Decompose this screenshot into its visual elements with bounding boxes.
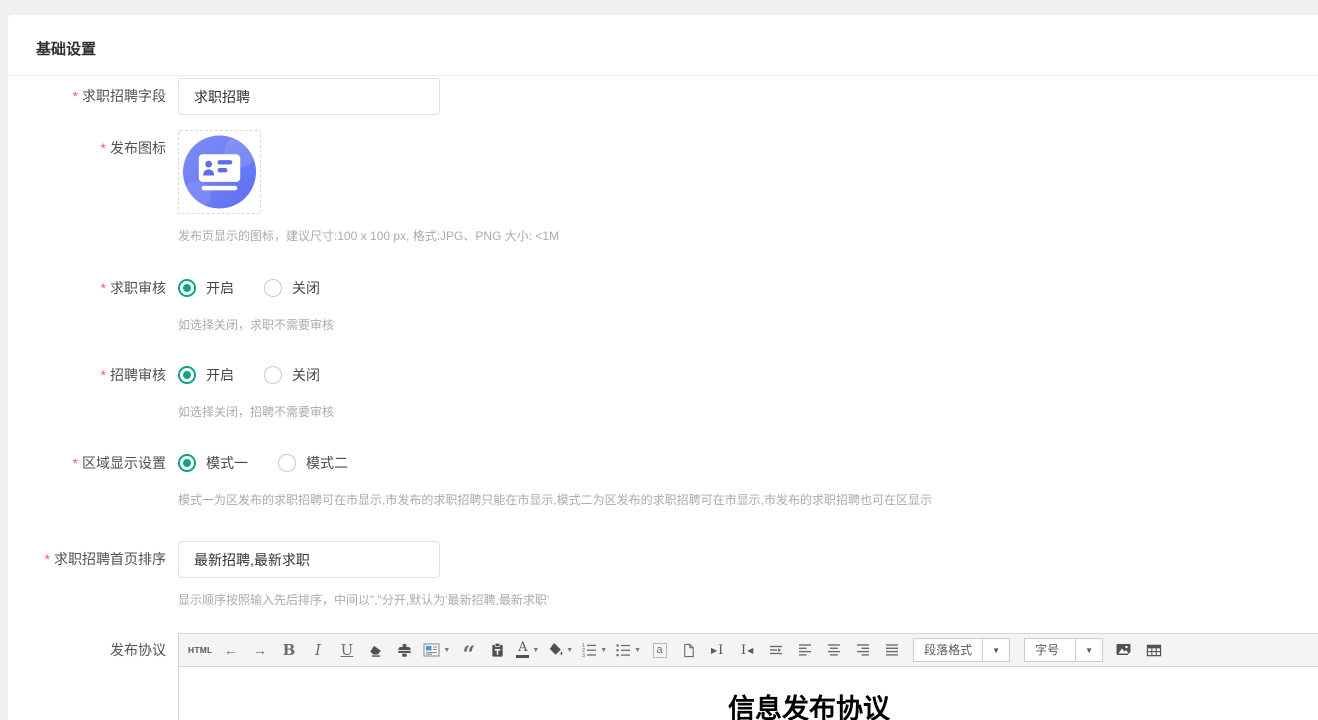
field-label: * 区域显示设置 [72, 455, 166, 471]
radio-option-on[interactable]: 开启 [178, 365, 234, 385]
ordered-list-icon[interactable]: 1 2 3 ▼ [581, 638, 607, 662]
form-row-publish-icon: * 发布图标 发布页显示的图标，建议尺寸:100 x 100 px, 格式:JP… [8, 130, 1318, 245]
unordered-list-icon[interactable]: ▼ [615, 638, 641, 662]
radio-selected-icon[interactable] [178, 454, 196, 472]
font-size-select[interactable]: 字号 ▼ [1024, 638, 1104, 662]
job-review-radio-group: 开启 关闭 [178, 278, 1318, 298]
insert-table-icon[interactable] [1143, 638, 1164, 662]
field-label: * 发布图标 [100, 140, 166, 156]
field-label: * 求职招聘字段 [72, 88, 166, 104]
char-border-button[interactable]: a [649, 638, 670, 662]
new-page-icon[interactable] [678, 638, 699, 662]
required-asterisk: * [100, 280, 106, 296]
font-size-select-label: 字号 [1035, 643, 1060, 657]
outdent-icon[interactable]: I ◀ [736, 638, 757, 662]
editor-toolbar: HTML ← → B I U ▼ “A ▼ ▼ 1 2 3 ▼ ▼ a ▶ I I ◀ 段落格式 ▼ 字号 ▼ [179, 634, 1318, 667]
field-label: * 求职招聘首页排序 [44, 551, 166, 567]
field-hint: 显示顺序按照输入先后排序，中间以","分开,默认为'最新招聘,最新求职' [178, 593, 550, 607]
field-label: 发布协议 [110, 642, 166, 658]
icon-upload-box[interactable] [178, 130, 261, 214]
radio-option-on[interactable]: 开启 [178, 278, 234, 298]
agreement-title: 信息发布协议 [728, 694, 890, 720]
font-color-icon[interactable]: A ▼ [516, 638, 539, 662]
media-layout-icon[interactable]: ▼ [423, 638, 450, 662]
indent-icon[interactable]: ▶ I [707, 638, 728, 662]
required-asterisk: * [100, 140, 106, 156]
italic-button[interactable]: I [307, 638, 328, 662]
page-title: 基础设置 [36, 41, 97, 58]
redo-icon[interactable]: → [249, 638, 270, 662]
radio-unselected-icon[interactable] [264, 279, 282, 297]
radio-selected-icon[interactable] [178, 279, 196, 297]
html-source-button[interactable]: HTML [188, 638, 212, 662]
remove-format-icon[interactable] [365, 638, 386, 662]
format-painter-icon[interactable] [394, 638, 415, 662]
paragraph-format-select[interactable]: 段落格式 ▼ [913, 638, 1011, 662]
radio-option-mode1[interactable]: 模式一 [178, 453, 248, 473]
card-header: 基础设置 [8, 15, 1318, 76]
recruit-review-radio-group: 开启 关闭 [178, 365, 1318, 385]
align-center-icon[interactable] [823, 638, 844, 662]
rich-text-editor: HTML ← → B I U ▼ “A ▼ ▼ 1 2 3 ▼ ▼ a ▶ I I ◀ 段落格式 ▼ 字号 ▼ 信息发布协议 [178, 633, 1318, 720]
required-asterisk: * [72, 88, 78, 104]
radio-unselected-icon[interactable] [264, 366, 282, 384]
form-row-homepage-sort: *求职招聘首页排序 显示顺序按照输入先后排序，中间以","分开,默认为'最新招聘… [8, 541, 1318, 609]
blockquote-icon[interactable]: “ [458, 638, 479, 666]
form-row-publish-agreement: 发布协议 HTML ← → B I U ▼ “A ▼ ▼ 1 2 3 ▼ ▼ a ▶ I I ◀ 段落格式 ▼ 字号 ▼ 信息… [8, 633, 1318, 720]
contact-card-icon [182, 135, 257, 209]
chevron-down-icon: ▼ [443, 646, 451, 654]
underline-button[interactable]: U [336, 638, 357, 662]
job-field-input[interactable] [178, 78, 440, 115]
radio-option-off[interactable]: 关闭 [264, 365, 320, 385]
align-justify-icon[interactable] [881, 638, 902, 662]
field-hint: 模式一为区发布的求职招聘可在市显示,市发布的求职招聘只能在市显示,模式二为区发布… [178, 493, 933, 507]
settings-card: 基础设置 *求职招聘字段 *发布图标 [8, 15, 1318, 720]
field-hint: 发布页显示的图标，建议尺寸:100 x 100 px, 格式:JPG、PNG 大… [178, 229, 560, 243]
chevron-down-icon: ▼ [634, 646, 642, 654]
insert-image-icon[interactable] [1114, 638, 1135, 662]
paste-text-icon[interactable] [487, 638, 508, 662]
chevron-down-icon: ▼ [566, 646, 574, 654]
first-line-indent-icon[interactable] [765, 638, 786, 662]
background-color-icon[interactable]: ▼ [547, 638, 573, 662]
bold-button[interactable]: B [278, 638, 299, 662]
basic-settings-form: *求职招聘字段 *发布图标 [8, 78, 1318, 720]
form-row-area-display: * 区域显示设置 模式一 模式二 模式一为区发布的求职招聘可在市显示,市发布的求职… [8, 453, 1318, 509]
align-left-icon[interactable] [794, 638, 815, 662]
radio-option-mode2[interactable]: 模式二 [278, 453, 348, 473]
align-right-icon[interactable] [852, 638, 873, 662]
chevron-down-icon[interactable]: ▼ [1075, 639, 1102, 661]
area-display-radio-group: 模式一 模式二 [178, 453, 1318, 473]
radio-option-off[interactable]: 关闭 [264, 278, 320, 298]
chevron-down-icon: ▼ [532, 646, 540, 654]
homepage-sort-input[interactable] [178, 541, 440, 578]
required-asterisk: * [44, 551, 50, 567]
radio-unselected-icon[interactable] [278, 454, 296, 472]
field-hint: 如选择关闭，求职不需要审核 [178, 318, 335, 332]
radio-selected-icon[interactable] [178, 366, 196, 384]
form-row-job-review: * 求职审核 开启 关闭 如选择关闭，求职不需要审核 [8, 278, 1318, 334]
field-label: * 求职审核 [100, 280, 166, 296]
paragraph-format-select-label: 段落格式 [924, 643, 973, 657]
undo-icon[interactable]: ← [220, 638, 241, 662]
chevron-down-icon: ▼ [600, 646, 608, 654]
required-asterisk: * [72, 455, 78, 471]
required-asterisk: * [100, 367, 106, 383]
svg-text:3: 3 [582, 653, 585, 658]
form-row-job-field: * 求职招聘字段 [8, 78, 1318, 115]
editor-content-area[interactable]: 信息发布协议 [179, 667, 1318, 720]
chevron-down-icon[interactable]: ▼ [982, 639, 1009, 661]
field-label: * 招聘审核 [100, 367, 166, 383]
field-hint: 如选择关闭，招聘不需要审核 [178, 405, 335, 419]
form-row-recruit-review: * 招聘审核 开启 关闭 如选择关闭，招聘不需要审核 [8, 365, 1318, 421]
